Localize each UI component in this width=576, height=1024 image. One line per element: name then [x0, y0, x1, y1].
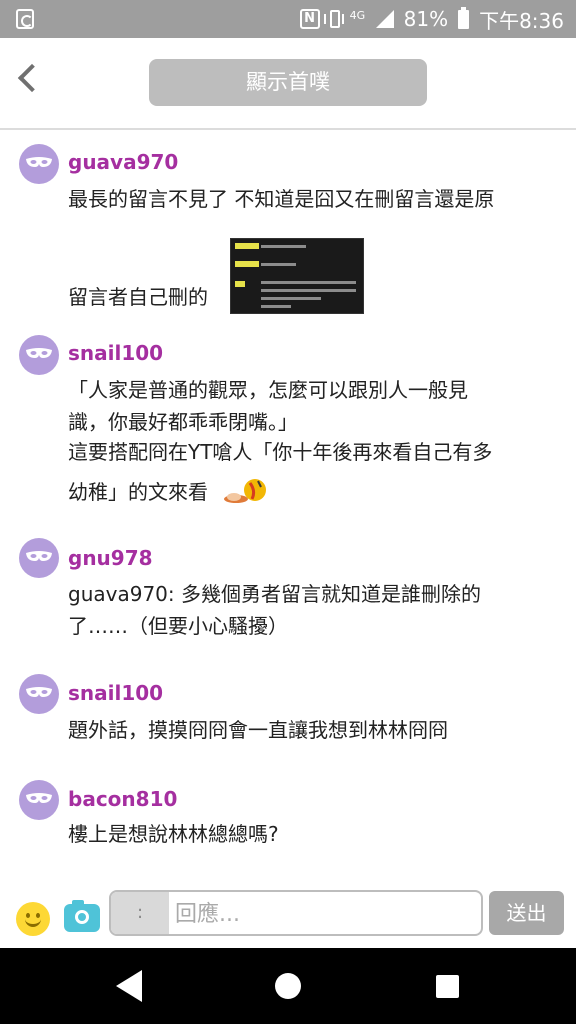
battery-icon — [458, 6, 470, 29]
clock: 下午8:36 — [479, 8, 564, 33]
comment-text: guava970: 多幾個勇者留言就知道是誰刪除的 — [68, 582, 481, 606]
username[interactable]: snail100 — [68, 341, 163, 365]
navigation-bar — [0, 948, 576, 1024]
nav-home-icon[interactable] — [275, 973, 301, 999]
mask-icon — [26, 348, 52, 358]
nav-back-icon[interactable] — [116, 970, 142, 1002]
status-bar: N 4G 81% 下午8:36 — [0, 0, 576, 38]
reply-input[interactable] — [173, 892, 477, 934]
reply-bar: : 送出 — [0, 884, 576, 948]
username[interactable]: gnu978 — [68, 546, 153, 570]
username[interactable]: bacon810 — [68, 787, 177, 811]
show-main-plurk-button[interactable]: 顯示首噗 — [149, 59, 427, 106]
comment-image[interactable] — [230, 238, 364, 314]
mask-icon — [26, 157, 52, 167]
mask-icon — [26, 551, 52, 561]
send-button[interactable]: 送出 — [489, 891, 564, 935]
nfc-icon: N — [299, 9, 320, 29]
username[interactable]: guava970 — [68, 150, 178, 174]
signal-icon — [375, 10, 394, 28]
comment-text: 最長的留言不見了 不知道是囧又在刪留言還是原 — [68, 187, 495, 211]
avatar[interactable] — [19, 335, 59, 375]
mask-icon — [26, 793, 52, 803]
avatar[interactable] — [19, 780, 59, 820]
avatar[interactable] — [19, 674, 59, 714]
reply-field-wrapper: : — [109, 890, 483, 936]
comment-text: 樓上是想說林林總總嗎? — [68, 822, 279, 846]
mask-icon — [26, 687, 52, 697]
app-notification-icon — [16, 9, 34, 29]
header: 顯示首噗 — [0, 38, 576, 130]
battery-percent: 81% — [403, 7, 449, 31]
comment-text: 這要搭配冏在YT嗆人「你十年後再來看自己有多 — [68, 440, 493, 464]
avatar[interactable] — [19, 144, 59, 184]
sweat-emoji-icon — [224, 479, 266, 503]
vibrate-icon — [323, 10, 344, 28]
comment-text: 題外話，摸摸冏冏會一直讓我想到林林冏冏 — [68, 718, 448, 742]
avatar[interactable] — [19, 538, 59, 578]
back-arrow-icon[interactable] — [17, 63, 47, 93]
nav-recent-apps-icon[interactable] — [436, 975, 459, 998]
camera-icon[interactable] — [64, 900, 100, 932]
emoticon-icon[interactable] — [16, 902, 50, 936]
comment-text: 了……（但要小心騷擾） — [68, 614, 288, 638]
username[interactable]: snail100 — [68, 681, 163, 705]
network-type: 4G — [349, 9, 366, 22]
qualifier-selector[interactable]: : — [111, 892, 169, 934]
comment-text: 「人家是普通的觀眾，怎麼可以跟別人一般見 — [68, 378, 468, 402]
